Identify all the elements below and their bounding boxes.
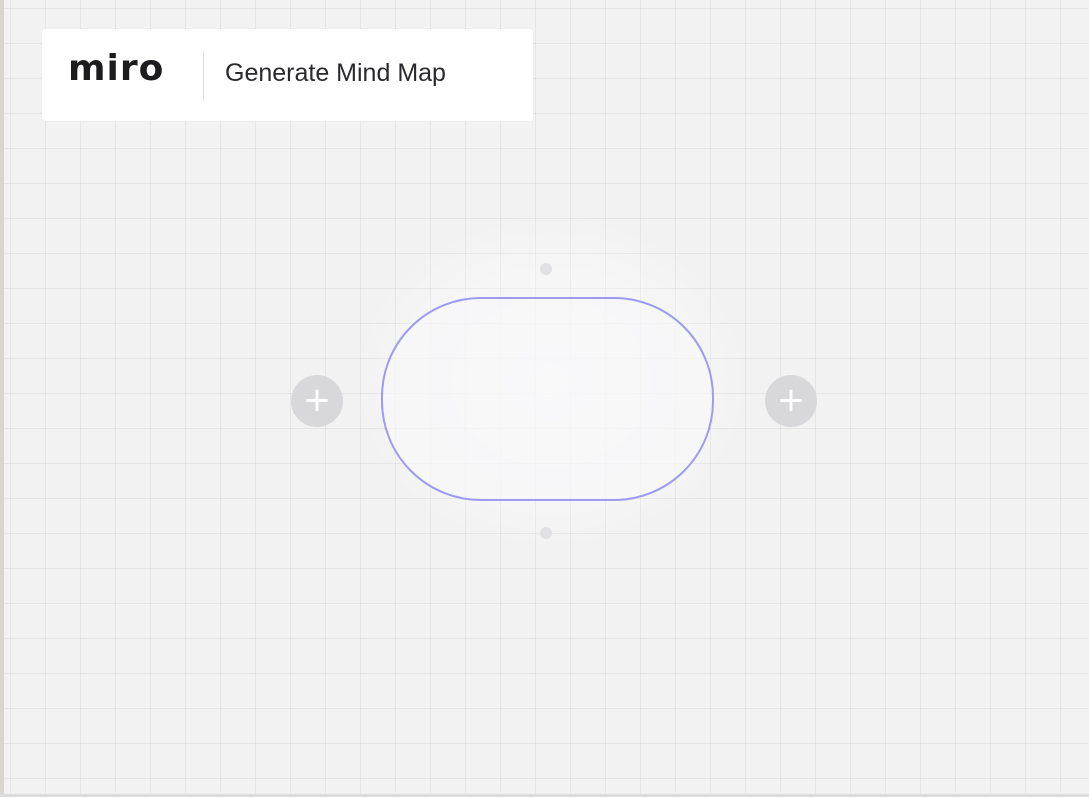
page-title: Generate Mind Map [225, 59, 446, 87]
add-right-node-button[interactable]: + [765, 375, 817, 427]
plus-icon: + [776, 380, 806, 420]
header-divider [203, 51, 204, 101]
miro-logo: miro [68, 48, 165, 89]
add-left-node-button[interactable]: + [291, 375, 343, 427]
plus-icon: + [302, 380, 332, 420]
node-connection-handle-bottom[interactable] [540, 527, 552, 539]
window-frame-left [0, 0, 4, 797]
node-connection-handle-top[interactable] [540, 263, 552, 275]
header-bar: miro Generate Mind Map [42, 29, 533, 121]
mind-map-root-node[interactable] [381, 297, 714, 501]
